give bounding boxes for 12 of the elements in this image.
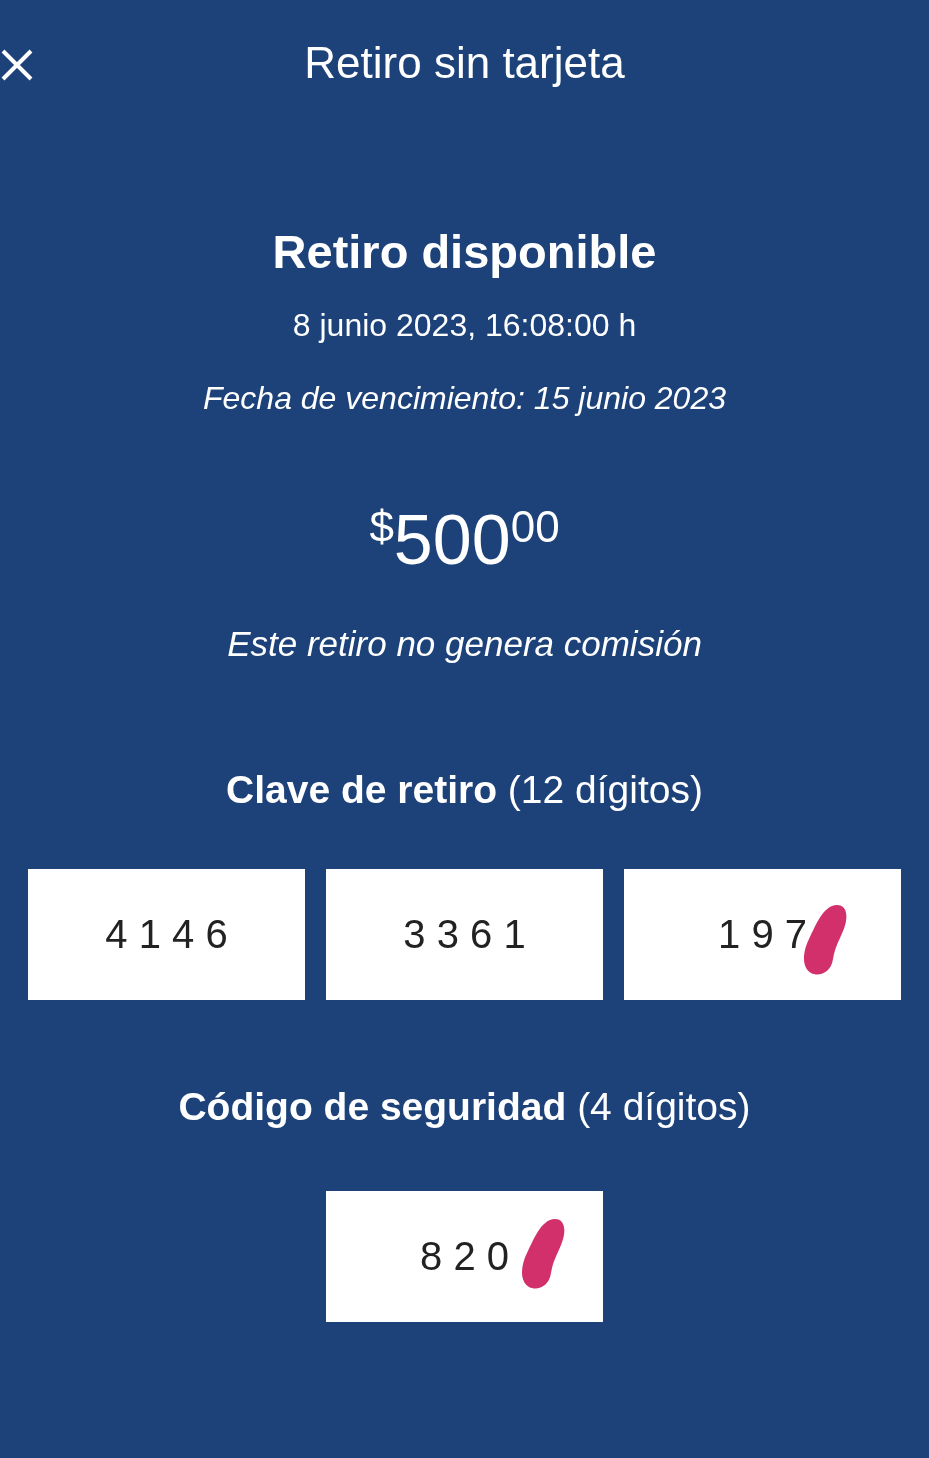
status-heading: Retiro disponible	[272, 224, 657, 280]
fee-note: Este retiro no genera comisión	[227, 624, 702, 664]
close-button[interactable]	[0, 48, 34, 82]
expiry-date: Fecha de vencimiento: 15 junio 2023	[203, 379, 726, 418]
withdrawal-date: 8 junio 2023, 16:08:00 h	[292, 306, 637, 345]
code-digits: 8 2 0	[420, 1234, 509, 1279]
code-digits: 4 1 4 6	[105, 912, 228, 957]
code-digits: 3 3 6 1	[403, 912, 526, 957]
code-digits: 1 9 7	[718, 912, 807, 957]
code-label: Clave de retiro (12 dígitos)	[226, 768, 703, 812]
code-label: Código de seguridad (4 dígitos)	[178, 1085, 751, 1129]
screen-title: Retiro sin tarjeta	[304, 37, 625, 89]
